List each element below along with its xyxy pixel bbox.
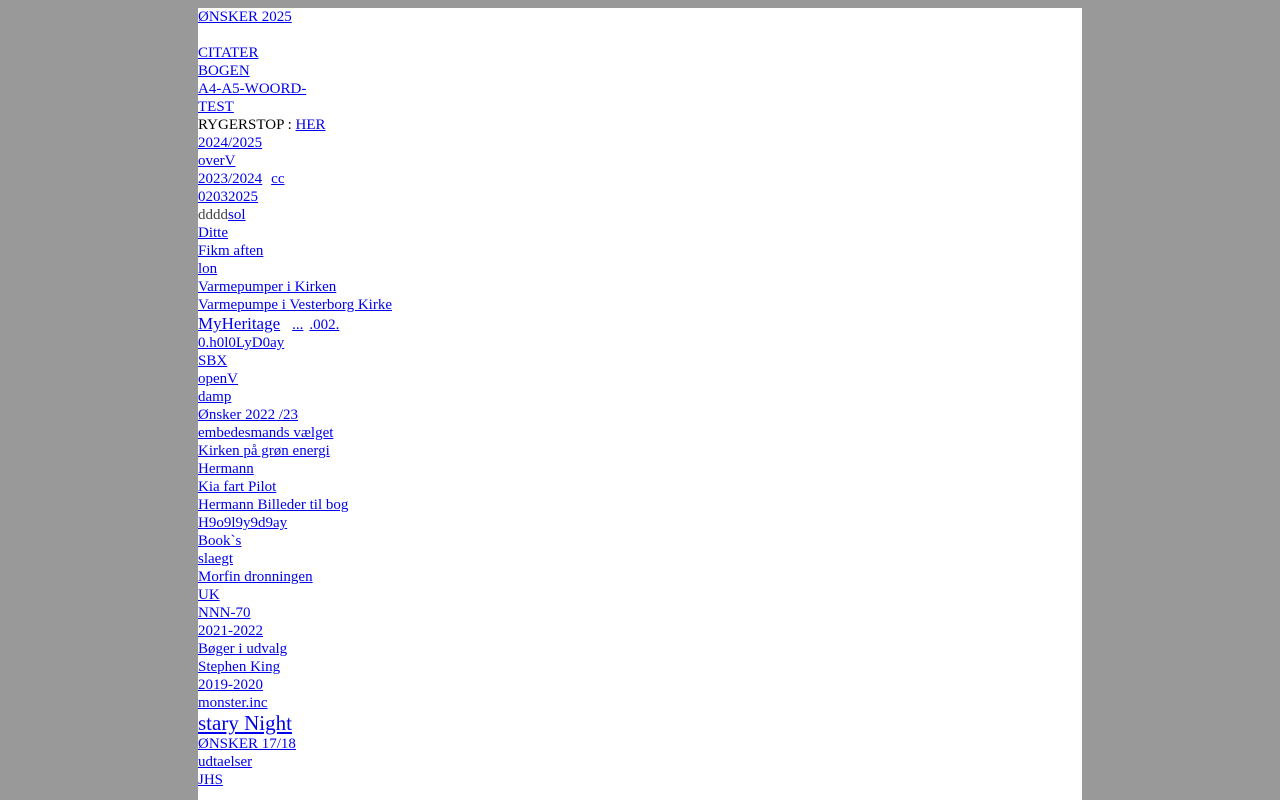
list-item: Varmepumpe i Vesterborg Kirke [198, 296, 1082, 314]
link-damp[interactable]: damp [198, 389, 231, 405]
link-monster-inc[interactable]: monster.inc [198, 695, 268, 711]
link-jhs[interactable]: JHS [198, 772, 223, 788]
link-cc-label: cc [271, 171, 285, 187]
link-02032025[interactable]: 02032025 [198, 189, 258, 205]
link-sbx[interactable]: SBX [198, 353, 227, 369]
list-item: Hermann [198, 460, 1082, 478]
list-item: stary Night [198, 712, 1082, 735]
list-item: Kia fart Pilot [198, 478, 1082, 496]
list-item: 0.h0l0LyD0ay [198, 334, 1082, 352]
link-kirken-paa-groen-energi[interactable]: Kirken på grøn energi [198, 443, 330, 459]
link-a4-a5-woord-test-line2[interactable]: TEST [198, 99, 234, 115]
link-varmepumper-i-kirken[interactable]: Varmepumper i Kirken [198, 279, 336, 295]
link-2024-2025[interactable]: 2024/2025 [198, 135, 262, 151]
list-item: 2021-2022 [198, 622, 1082, 640]
link-udtaelser[interactable]: udtaelser [198, 754, 252, 770]
list-item: damp [198, 388, 1082, 406]
broken-image-link-dd-1[interactable]: dd [198, 207, 213, 223]
link-onsker-17-18[interactable]: ØNSKER 17/18 [198, 736, 296, 752]
broken-image-icon: dd [213, 207, 228, 223]
page-content: ØNSKER 2025 CITATER BOGEN A4-A5-WOORD- T… [198, 8, 1082, 800]
link-citater[interactable]: CITATER [198, 45, 258, 61]
list-item: MyHeritage... .002. [198, 314, 1082, 334]
link-fikm-aften[interactable]: Fikm aften [198, 243, 263, 259]
list-item: Fikm aften [198, 242, 1082, 260]
list-item: Ønsker 2022 /23 [198, 406, 1082, 424]
link-2019-2020[interactable]: 2019-2020 [198, 677, 263, 693]
list-item: ØNSKER 17/18 [198, 735, 1082, 753]
list-item: lon [198, 260, 1082, 278]
list-item: Varmepumper i Kirken [198, 278, 1082, 296]
list-item: udtaelser [198, 753, 1082, 771]
link-sol[interactable]: sol [228, 207, 246, 223]
link-stary-night[interactable]: stary Night [198, 711, 292, 735]
list-item: openV [198, 370, 1082, 388]
link-myheritage[interactable]: MyHeritage [198, 314, 286, 333]
rygerstop-label: RYGERSTOP : [198, 117, 292, 133]
list-item: embedesmands vælget [198, 424, 1082, 442]
list-item: H9o9l9y9d9ay [198, 514, 1082, 532]
link-list: ØNSKER 2025 CITATER BOGEN A4-A5-WOORD- T… [198, 8, 1082, 789]
link-varmepumpe-vesterborg[interactable]: Varmepumpe i Vesterborg Kirke [198, 297, 392, 313]
link-overv[interactable]: overV [198, 153, 236, 169]
list-item: NNN-70 [198, 604, 1082, 622]
list-item: TEST [198, 98, 1082, 116]
link-hermann-billeder[interactable]: Hermann Billeder til bog [198, 497, 348, 513]
link-ditte[interactable]: Ditte [198, 225, 228, 241]
broken-image-link-dd-2[interactable]: dd [213, 207, 228, 223]
link-boger-i-udvalg[interactable]: Bøger i udvalg [198, 641, 287, 657]
link-stephen-king[interactable]: Stephen King [198, 659, 280, 675]
link-hermann[interactable]: Hermann [198, 461, 254, 477]
list-item: 2023/2024 cc [198, 170, 1082, 188]
link-uk[interactable]: UK [198, 587, 220, 603]
link-a4-a5-woord-test-line1[interactable]: A4-A5-WOORD- [198, 81, 306, 97]
list-item: ddddsol [198, 206, 1082, 224]
link-books[interactable]: Book`s [198, 533, 241, 549]
link-onsker-2025[interactable]: ØNSKER 2025 [198, 9, 292, 25]
link-slaegt[interactable]: slaegt [198, 551, 233, 567]
list-item: JHS [198, 771, 1082, 789]
link-2023-2024[interactable]: 2023/2024 [198, 171, 262, 187]
list-item: 2024/2025 [198, 134, 1082, 152]
list-item: UK [198, 586, 1082, 604]
link-h9o9l9y9d9ay[interactable]: H9o9l9y9d9ay [198, 515, 287, 531]
list-item: monster.inc [198, 694, 1082, 712]
list-item: BOGEN [198, 62, 1082, 80]
link-h0l0lyd0ay[interactable]: 0.h0l0LyD0ay [198, 335, 284, 351]
link-morfin-dronningen[interactable]: Morfin dronningen [198, 569, 313, 585]
list-item: Hermann Billeder til bog [198, 496, 1082, 514]
link-kia-fart-pilot-label: Kia fart Pilot [198, 479, 277, 495]
list-item: overV [198, 152, 1082, 170]
list-item: Ditte [198, 224, 1082, 242]
list-item: Morfin dronningen [198, 568, 1082, 586]
list-item: Stephen King [198, 658, 1082, 676]
list-item: Bøger i udvalg [198, 640, 1082, 658]
link-002[interactable]: .002. [309, 317, 339, 333]
link-openv[interactable]: openV [198, 371, 238, 387]
broken-image-icon: dd [198, 207, 213, 223]
list-item: Book`s [198, 532, 1082, 550]
link-myheritage-label: MyHeritage [198, 314, 281, 333]
link-kia-fart-pilot[interactable]: Kia fart Pilot [198, 479, 285, 495]
link-embedesmands-vaelget[interactable]: embedesmands vælget [198, 425, 333, 441]
link-bogen[interactable]: BOGEN [198, 63, 250, 79]
list-item: 02032025 [198, 188, 1082, 206]
list-item: SBX [198, 352, 1082, 370]
list-item: CITATER [198, 44, 1082, 62]
link-rygerstop-her[interactable]: HER [296, 117, 326, 133]
link-dots[interactable]: ... [292, 317, 303, 333]
list-item: A4-A5-WOORD- [198, 80, 1082, 98]
list-item: ØNSKER 2025 [198, 8, 1082, 44]
link-onsker-2022-23[interactable]: Ønsker 2022 /23 [198, 407, 298, 423]
link-2021-2022[interactable]: 2021-2022 [198, 623, 263, 639]
list-item: Kirken på grøn energi [198, 442, 1082, 460]
list-item: 2019-2020 [198, 676, 1082, 694]
list-item: slaegt [198, 550, 1082, 568]
link-nnn-70[interactable]: NNN-70 [198, 605, 251, 621]
link-cc[interactable]: cc [268, 171, 284, 187]
link-lon[interactable]: lon [198, 261, 217, 277]
list-item: RYGERSTOP : HER [198, 116, 1082, 134]
